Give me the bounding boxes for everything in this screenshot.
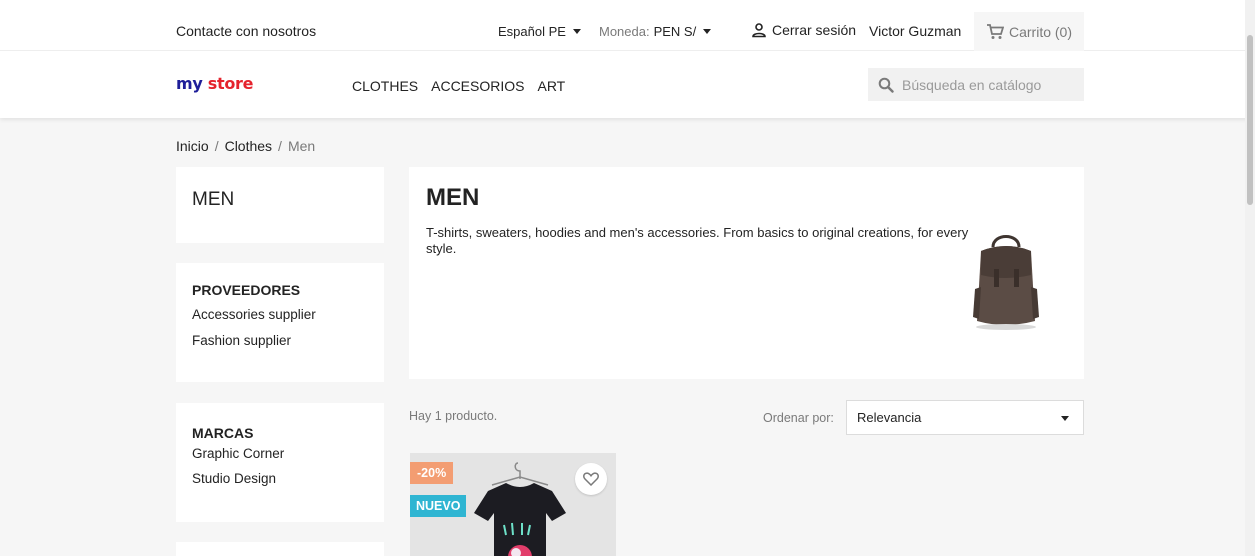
site-header: Contacte con nosotros Español PE Moneda:…	[0, 0, 1255, 118]
caret-down-icon	[572, 29, 581, 34]
brands-block: MARCAS Graphic Corner Studio Design	[176, 403, 384, 522]
menu-item-accesorios[interactable]: ACCESORIOS	[431, 78, 524, 94]
contact-link[interactable]: Contacte con nosotros	[176, 23, 316, 39]
caret-down-icon	[1061, 416, 1069, 421]
breadcrumb-separator: /	[214, 138, 219, 154]
top-bar: Contacte con nosotros Español PE Moneda:…	[0, 0, 1255, 51]
breadcrumb: Inicio / Clothes / Men	[176, 138, 315, 154]
store-logo[interactable]: my store	[176, 74, 254, 93]
category-menu: CLOTHES ACCESORIOS ART	[352, 78, 565, 94]
category-image	[973, 235, 1039, 330]
main-nav: my store CLOTHES ACCESORIOS ART	[0, 51, 1255, 118]
category-header: MEN T-shirts, sweaters, hoodies and men'…	[409, 167, 1084, 379]
supplier-link[interactable]: Accessories supplier	[192, 307, 316, 322]
cart-icon	[987, 23, 1004, 39]
language-selector[interactable]: Español PE	[498, 24, 581, 39]
sort-label: Ordenar por:	[763, 411, 834, 425]
menu-item-clothes[interactable]: CLOTHES	[352, 78, 418, 94]
new-badge: NUEVO	[410, 495, 467, 517]
product-count: Hay 1 producto.	[409, 409, 498, 423]
user-icon	[752, 23, 766, 38]
scrollbar-thumb[interactable]	[1247, 35, 1253, 205]
discount-badge: -20%	[410, 462, 454, 484]
wishlist-button[interactable]	[575, 463, 607, 495]
brands-title: MARCAS	[192, 425, 254, 441]
language-label: Español PE	[498, 24, 566, 39]
search-icon[interactable]	[878, 77, 894, 93]
brand-link[interactable]: Graphic Corner	[192, 446, 284, 461]
sort-value: Relevancia	[857, 410, 922, 425]
currency-selector[interactable]: Moneda: PEN S/	[599, 24, 712, 39]
sidebar-block	[176, 542, 384, 556]
logout-label: Cerrar sesión	[772, 22, 857, 38]
breadcrumb-home[interactable]: Inicio	[176, 138, 209, 154]
cart-label: Carrito (0)	[1009, 23, 1073, 40]
currency-value: PEN S/	[653, 24, 697, 39]
category-tree-title[interactable]: MEN	[192, 189, 234, 211]
cart-button[interactable]: Carrito (0)	[974, 12, 1084, 51]
category-title: MEN	[426, 184, 480, 211]
category-tree-block: MEN	[176, 167, 384, 243]
brand-link[interactable]: Studio Design	[192, 471, 276, 486]
menu-item-art[interactable]: ART	[537, 78, 565, 94]
breadcrumb-separator: /	[278, 138, 282, 154]
page-scrollbar[interactable]	[1245, 0, 1255, 556]
logout-link[interactable]: Cerrar sesión	[751, 22, 856, 38]
heart-icon	[583, 472, 599, 486]
search-input[interactable]	[902, 76, 1072, 93]
logo-text-store: store	[207, 74, 254, 93]
suppliers-block: PROVEEDORES Accessories supplier Fashion…	[176, 263, 384, 382]
breadcrumb-clothes[interactable]: Clothes	[225, 138, 272, 154]
account-link[interactable]: Victor Guzman	[869, 23, 961, 39]
category-description: T-shirts, sweaters, hoodies and men's ac…	[426, 225, 969, 257]
product-image	[474, 462, 566, 556]
product-thumbnail[interactable]: -20% NUEVO	[410, 453, 616, 556]
sort-dropdown[interactable]: Relevancia	[846, 400, 1084, 435]
caret-down-icon	[703, 29, 712, 34]
currency-label: Moneda:	[599, 24, 650, 39]
breadcrumb-current: Men	[287, 138, 316, 154]
suppliers-title: PROVEEDORES	[192, 282, 301, 298]
search-box	[868, 68, 1084, 101]
supplier-link[interactable]: Fashion supplier	[192, 333, 291, 348]
logo-text-my: my	[176, 74, 203, 93]
